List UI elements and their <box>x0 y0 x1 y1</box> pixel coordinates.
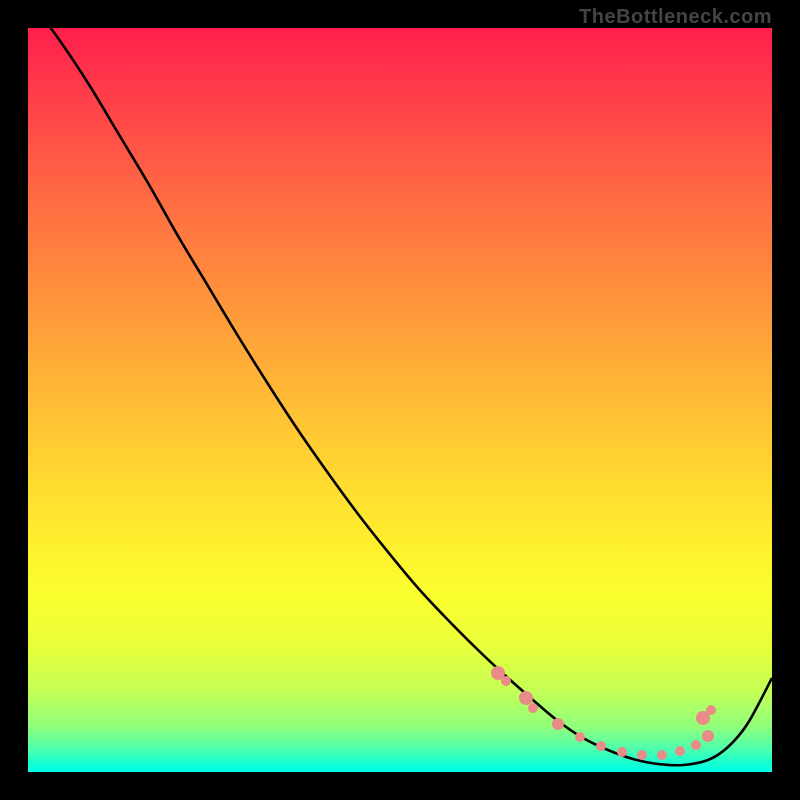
curve-markers <box>491 666 716 760</box>
curve-marker <box>657 750 667 760</box>
curve-marker <box>691 740 701 750</box>
plot-area <box>28 28 772 772</box>
curve-marker <box>575 732 585 742</box>
curve-marker <box>637 750 647 760</box>
curve-marker <box>501 676 511 686</box>
attribution-text: TheBottleneck.com <box>579 6 772 29</box>
curve-marker <box>675 746 685 756</box>
curve-marker <box>706 705 716 715</box>
curve-marker <box>528 703 538 713</box>
curve-marker <box>596 741 606 751</box>
curve-marker <box>552 718 564 730</box>
chart-canvas: TheBottleneck.com <box>0 0 800 800</box>
curve-marker <box>617 747 627 757</box>
curve-layer <box>28 28 772 772</box>
bottleneck-curve <box>28 28 772 765</box>
curve-marker <box>702 730 714 742</box>
curve-marker <box>519 691 533 705</box>
